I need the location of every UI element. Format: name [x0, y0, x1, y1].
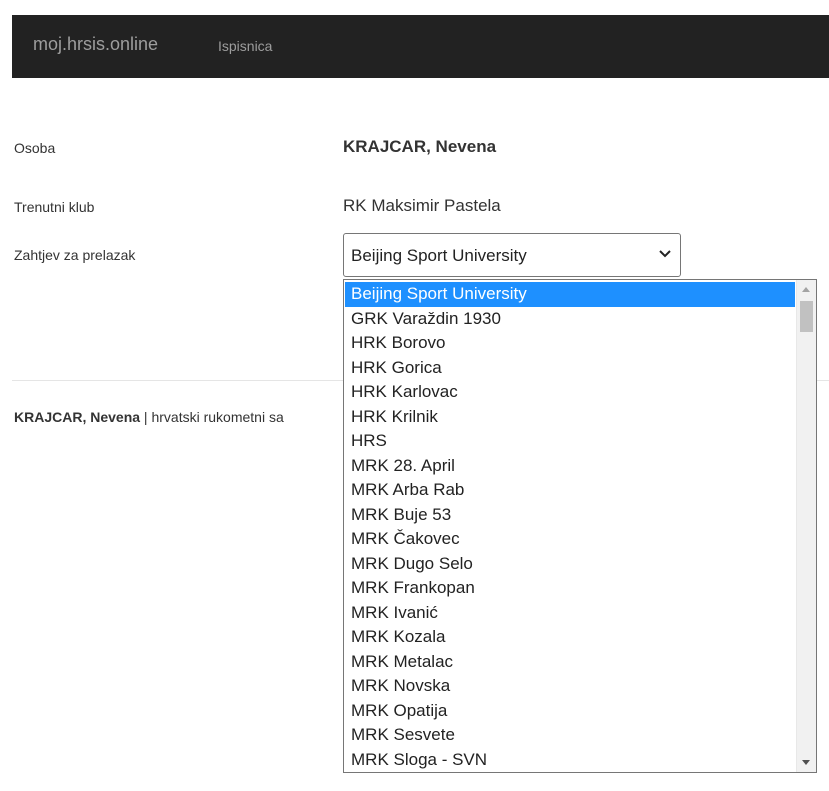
- dropdown-option[interactable]: MRK Arba Rab: [345, 478, 795, 503]
- dropdown-option[interactable]: HRS: [345, 429, 795, 454]
- page: moj.hrsis.online Ispisnica Osoba KRAJCAR…: [0, 0, 829, 791]
- dropdown-option[interactable]: MRK Kozala: [345, 625, 795, 650]
- dropdown-option[interactable]: MRK Sesvete: [345, 723, 795, 748]
- dropdown-option[interactable]: MRK Čakovec: [345, 527, 795, 552]
- scroll-thumb[interactable]: [800, 301, 813, 332]
- osoba-value: KRAJCAR, Nevena: [343, 137, 497, 156]
- scroll-down-arrow-icon[interactable]: [802, 760, 810, 765]
- dropdown-option[interactable]: HRK Karlovac: [345, 380, 795, 405]
- osoba-label: Osoba: [14, 140, 56, 156]
- footer-rest: | hrvatski rukometni sa: [140, 409, 284, 425]
- dropdown-option[interactable]: Beijing Sport University: [345, 282, 795, 307]
- dropdown-option[interactable]: MRK Buje 53: [345, 503, 795, 528]
- zahtjev-label: Zahtjev za prelazak: [14, 247, 136, 263]
- dropdown-option[interactable]: HRK Borovo: [345, 331, 795, 356]
- dropdown-option[interactable]: MRK 28. April: [345, 454, 795, 479]
- dropdown-option[interactable]: MRK Frankopan: [345, 576, 795, 601]
- dropdown-option[interactable]: MRK Sloga - SVN: [345, 748, 795, 773]
- dropdown-option[interactable]: HRK Krilnik: [345, 405, 795, 430]
- dropdown-option[interactable]: HRK Gorica: [345, 356, 795, 381]
- footer-text: KRAJCAR, Nevena | hrvatski rukometni sa: [14, 409, 343, 425]
- dropdown-option[interactable]: MRK Metalac: [345, 650, 795, 675]
- navbar: moj.hrsis.online Ispisnica: [12, 15, 829, 78]
- nav-link-ispisnica[interactable]: Ispisnica: [218, 38, 272, 54]
- scroll-up-arrow-icon[interactable]: [802, 287, 810, 292]
- footer-name: KRAJCAR, Nevena: [14, 409, 141, 425]
- zahtjev-select-value: Beijing Sport University: [351, 246, 527, 265]
- zahtjev-select[interactable]: Beijing Sport University: [343, 233, 681, 277]
- dropdown-scrollbar[interactable]: [796, 280, 816, 772]
- dropdown-option[interactable]: MRK Novska: [345, 674, 795, 699]
- dropdown-option[interactable]: GRK Varaždin 1930: [345, 307, 795, 332]
- zahtjev-dropdown-list[interactable]: Beijing Sport University GRK Varaždin 193…: [343, 279, 817, 773]
- dropdown-option[interactable]: MRK Opatija: [345, 699, 795, 724]
- dropdown-option[interactable]: MRK Dugo Selo: [345, 552, 795, 577]
- brand-link[interactable]: moj.hrsis.online: [33, 34, 158, 55]
- dropdown-option[interactable]: MRK Ivanić: [345, 601, 795, 626]
- trenutni-klub-label: Trenutni klub: [14, 199, 95, 215]
- chevron-down-icon: [659, 250, 671, 258]
- trenutni-klub-value: RK Maksimir Pastela: [343, 196, 501, 215]
